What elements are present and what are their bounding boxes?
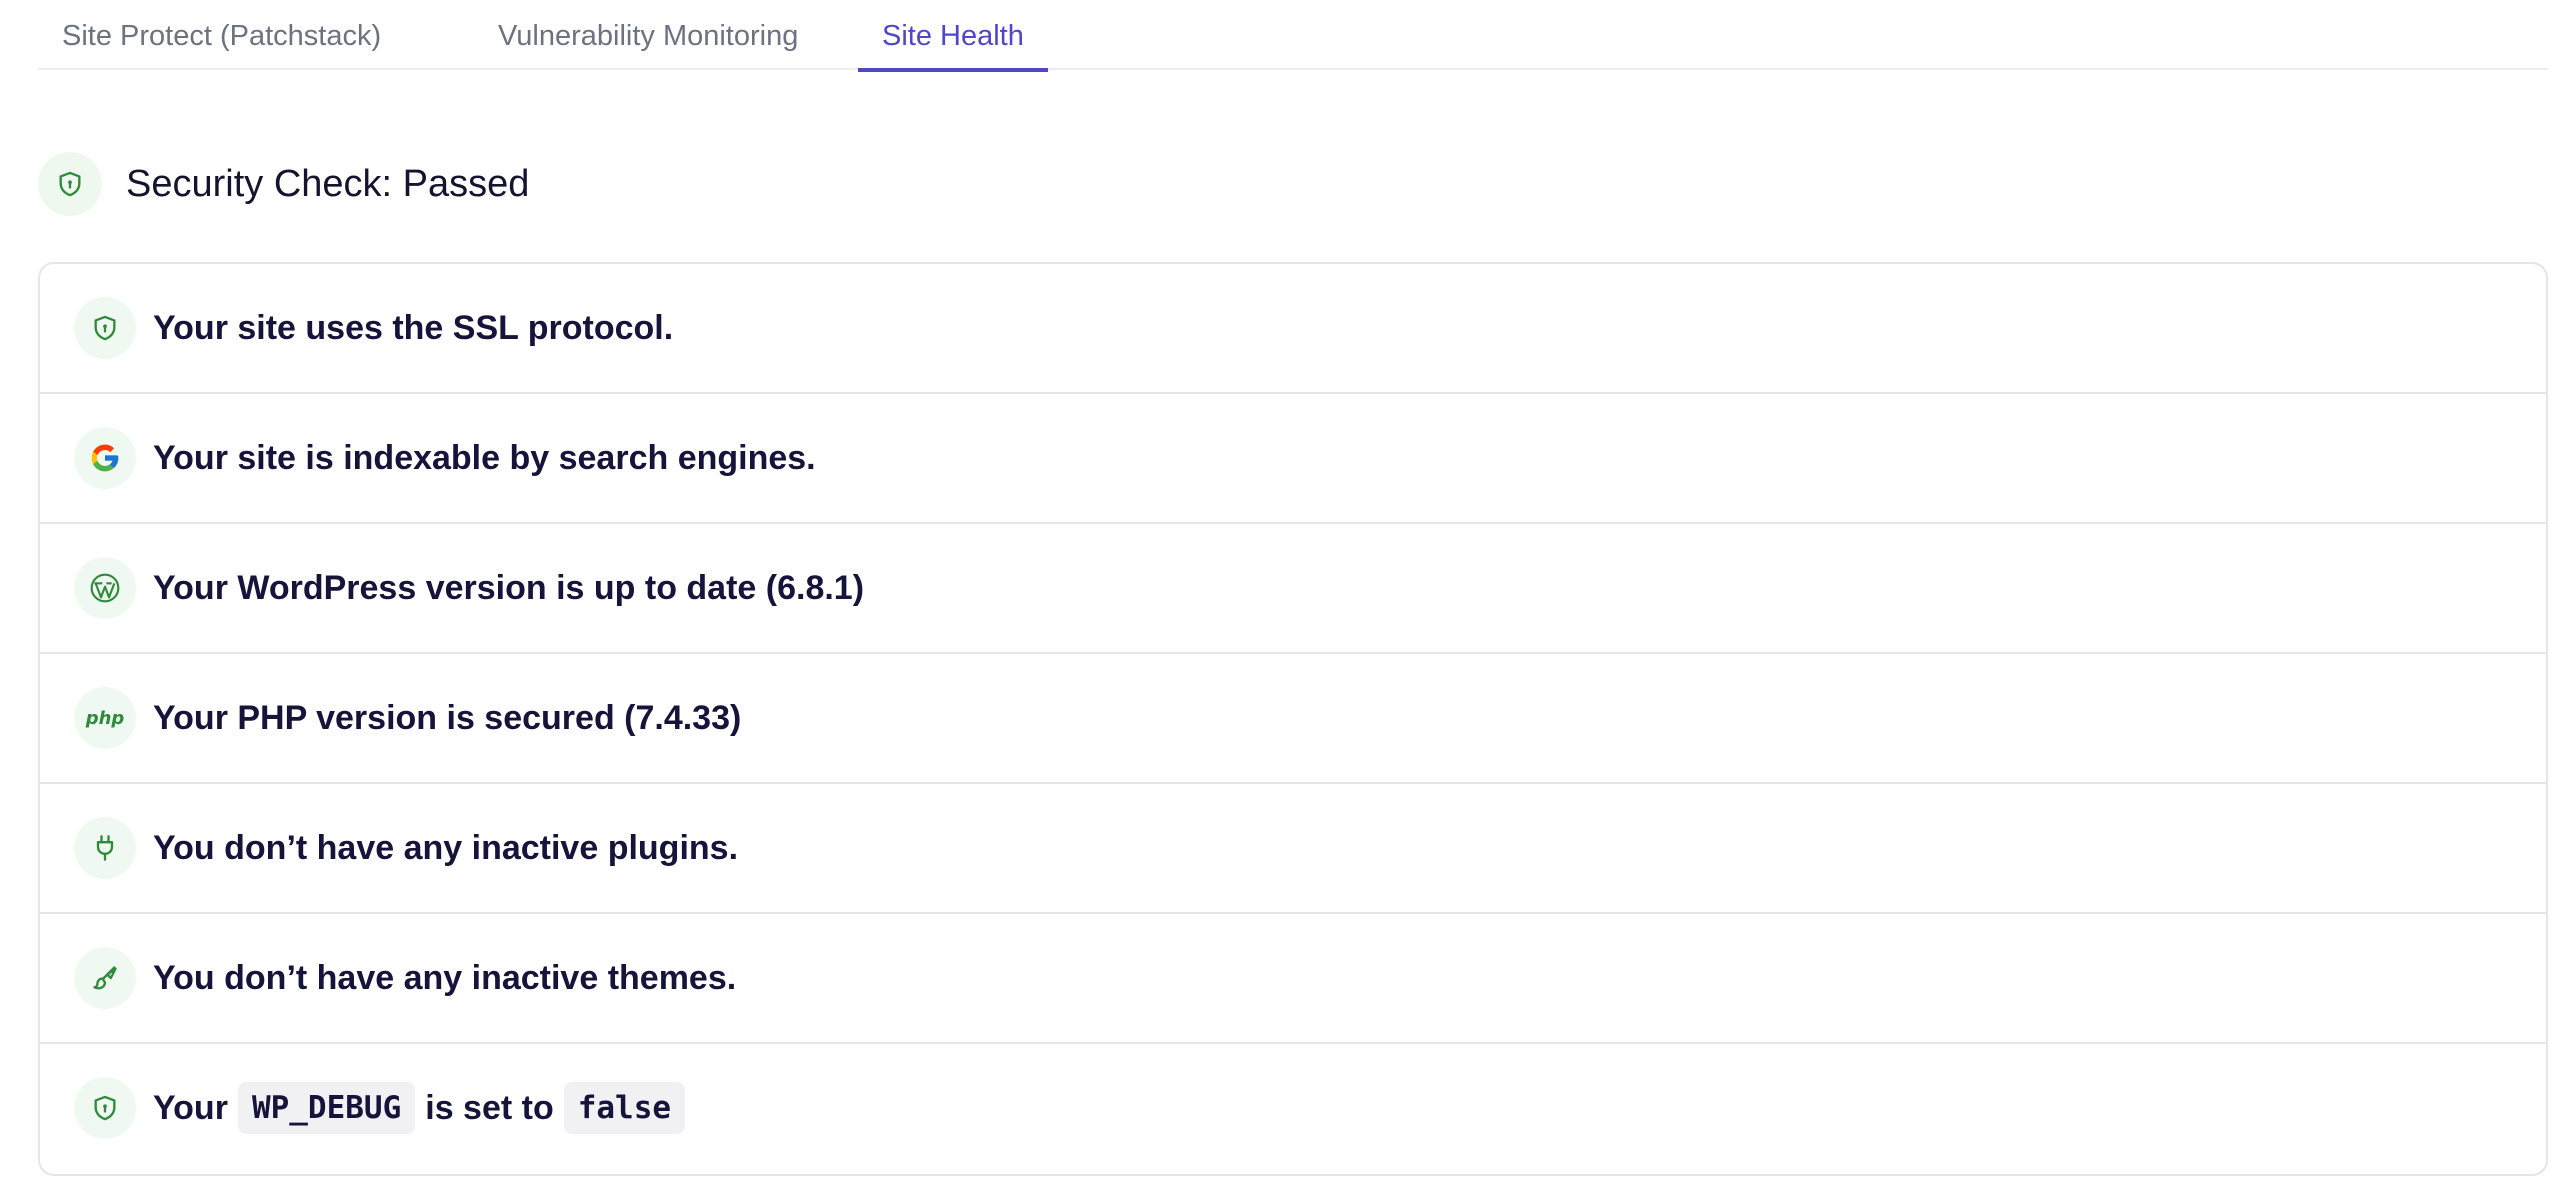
shield-icon [74, 1077, 136, 1139]
php-icon: php [74, 687, 136, 749]
shield-icon [38, 152, 102, 216]
check-text: You don’t have any inactive themes. [153, 958, 737, 997]
list-item: Your site uses the SSL protocol. [40, 264, 2546, 394]
checks-list: Your site uses the SSL protocol. Your si… [38, 262, 2548, 1176]
security-check-header: Security Check: Passed [38, 152, 529, 216]
check-text: Your site uses the SSL protocol. [153, 308, 674, 347]
page-title: Security Check: Passed [126, 162, 530, 205]
list-item: Your WordPress version is up to date (6.… [40, 524, 2546, 654]
list-item: php Your PHP version is secured (7.4.33) [40, 654, 2546, 784]
check-text: Your site is indexable by search engines… [153, 438, 816, 477]
plug-icon [74, 817, 136, 879]
list-item: Your WP_DEBUG is set to false [40, 1044, 2546, 1172]
check-text: Your WP_DEBUG is set to false [153, 1082, 695, 1134]
wordpress-icon [74, 557, 136, 619]
list-item: You don’t have any inactive plugins. [40, 784, 2546, 914]
check-text: Your PHP version is secured (7.4.33) [153, 698, 742, 737]
brush-icon [74, 947, 136, 1009]
tab-bar: Site Protect (Patchstack) Vulnerability … [38, 0, 2548, 72]
list-item: You don’t have any inactive themes. [40, 914, 2546, 1044]
shield-icon [74, 297, 136, 359]
php-icon-label: php [85, 707, 125, 729]
tab-vulnerability-monitoring[interactable]: Vulnerability Monitoring [474, 0, 822, 72]
check-text-middle: is set to [425, 1088, 554, 1127]
list-item: Your site is indexable by search engines… [40, 394, 2546, 524]
code-false: false [563, 1082, 686, 1134]
check-text: Your WordPress version is up to date (6.… [153, 568, 865, 607]
tab-site-health[interactable]: Site Health [858, 0, 1048, 72]
check-text-prefix: Your [153, 1088, 228, 1127]
code-wp-debug: WP_DEBUG [237, 1082, 416, 1134]
check-text: You don’t have any inactive plugins. [153, 828, 739, 867]
tab-site-protect[interactable]: Site Protect (Patchstack) [38, 0, 405, 72]
google-icon [74, 427, 136, 489]
